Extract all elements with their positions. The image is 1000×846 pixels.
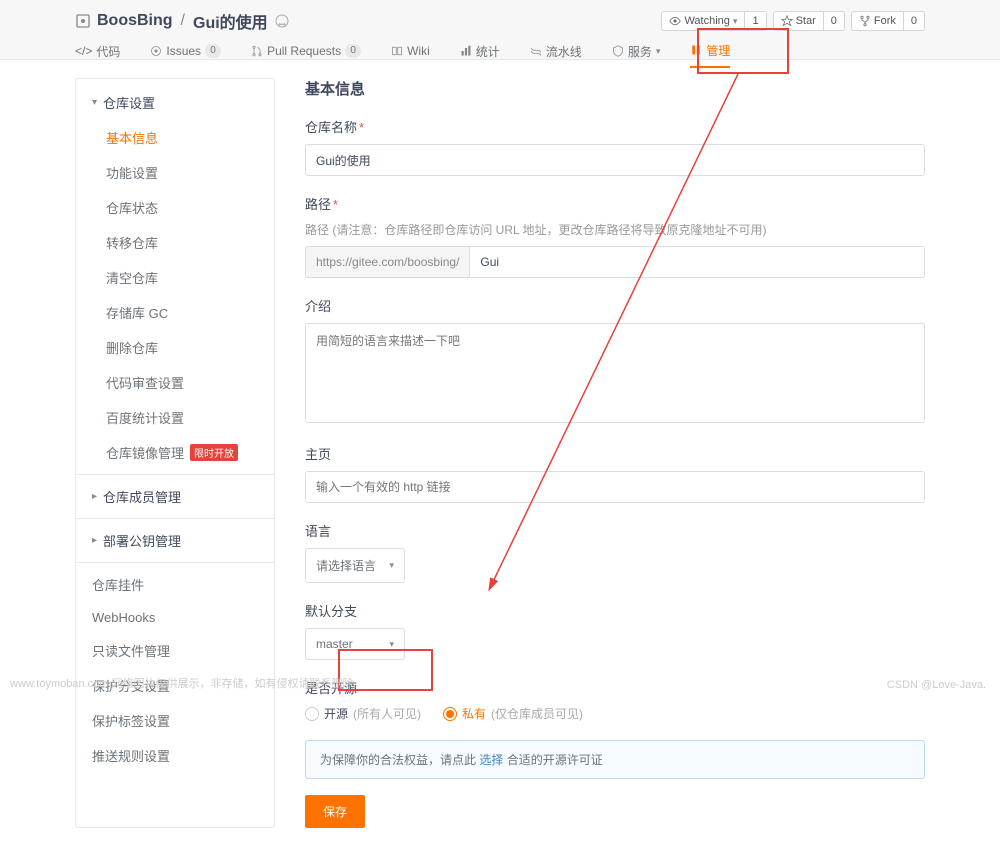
radio-icon xyxy=(443,707,457,721)
issues-icon xyxy=(150,45,162,57)
path-hint: 路径 (请注意：仓库路径即仓库访问 URL 地址，更改仓库路径将导致原克隆地址不… xyxy=(305,221,925,238)
sidebar-item-feature[interactable]: 功能设置 xyxy=(76,155,274,190)
home-label: 主页 xyxy=(305,444,925,463)
sidebar-item-mirror[interactable]: 仓库镜像管理限时开放 xyxy=(76,435,274,470)
tab-code[interactable]: </>代码 xyxy=(75,34,120,68)
code-icon: </> xyxy=(75,44,92,58)
radio-private[interactable]: 私有(仅仓库成员可见) xyxy=(443,705,583,722)
sidebar-item-status[interactable]: 仓库状态 xyxy=(76,190,274,225)
watching-button[interactable]: Watching ▾ 1 xyxy=(661,11,766,31)
sidebar-group-key[interactable]: ▸部署公钥管理 xyxy=(76,523,274,558)
owner-link[interactable]: BoosBing xyxy=(97,12,173,30)
tab-admin[interactable]: 管理 xyxy=(690,34,730,68)
lang-select[interactable]: 请选择语言▾ xyxy=(305,548,405,583)
wiki-icon xyxy=(391,45,403,57)
path-input[interactable] xyxy=(469,246,925,278)
repo-icon xyxy=(75,13,91,29)
lang-label: 语言 xyxy=(305,521,925,540)
tab-stats[interactable]: 统计 xyxy=(460,34,500,68)
radio-icon xyxy=(305,707,319,721)
path-label: 路径* xyxy=(305,194,925,213)
sidebar-item-readonly[interactable]: 只读文件管理 xyxy=(76,633,274,668)
sidebar-item-tag[interactable]: 保护标签设置 xyxy=(76,703,274,738)
repo-link[interactable]: Gui的使用 xyxy=(193,9,268,33)
watermark-right: CSDN @Love-Java. xyxy=(887,679,986,691)
sidebar-item-basic[interactable]: 基本信息 xyxy=(76,120,274,155)
star-button[interactable]: Star 0 xyxy=(773,11,845,31)
chevron-down-icon: ▾ xyxy=(389,639,394,650)
sidebar-item-hooks[interactable]: 仓库挂件 xyxy=(76,567,274,602)
sidebar-item-baidu[interactable]: 百度统计设置 xyxy=(76,400,274,435)
sidebar-item-gc[interactable]: 存储库 GC xyxy=(76,295,274,330)
fork-icon xyxy=(859,15,871,27)
services-icon xyxy=(612,45,624,57)
badge-icon xyxy=(274,13,290,29)
tab-pipeline[interactable]: 流水线 xyxy=(530,34,582,68)
sidebar-item-webhooks[interactable]: WebHooks xyxy=(76,602,274,633)
sidebar-item-review[interactable]: 代码审查设置 xyxy=(76,365,274,400)
star-icon xyxy=(781,15,793,27)
sidebar: ▾仓库设置 基本信息 功能设置 仓库状态 转移仓库 清空仓库 存储库 GC 删除… xyxy=(75,78,275,828)
tab-pulls[interactable]: Pull Requests0 xyxy=(251,34,361,68)
branch-select[interactable]: master▾ xyxy=(305,628,405,660)
watermark-left: www.toymoban.com 网络图片仅供展示，非存储，如有侵权请联系删除。 xyxy=(10,675,364,691)
home-input[interactable] xyxy=(305,471,925,503)
branch-label: 默认分支 xyxy=(305,601,925,620)
intro-textarea[interactable] xyxy=(305,323,925,423)
pull-icon xyxy=(251,45,263,57)
limited-tag: 限时开放 xyxy=(190,444,238,461)
chevron-down-icon: ▾ xyxy=(389,560,394,571)
tab-services[interactable]: 服务 ▾ xyxy=(612,34,661,68)
page-title: 基本信息 xyxy=(305,78,925,99)
sidebar-item-clear[interactable]: 清空仓库 xyxy=(76,260,274,295)
tab-issues[interactable]: Issues0 xyxy=(150,34,221,68)
sidebar-group-repo[interactable]: ▾仓库设置 xyxy=(76,85,274,120)
sidebar-group-member[interactable]: ▸仓库成员管理 xyxy=(76,479,274,514)
main-form: 基本信息 仓库名称* 路径* 路径 (请注意：仓库路径即仓库访问 URL 地址，… xyxy=(305,78,925,828)
open-label: 是否开源 xyxy=(305,678,925,697)
stats-icon xyxy=(460,45,472,57)
sidebar-item-transfer[interactable]: 转移仓库 xyxy=(76,225,274,260)
repo-title: BoosBing / Gui的使用 xyxy=(75,9,290,33)
sidebar-item-push[interactable]: 推送规则设置 xyxy=(76,738,274,773)
fork-button[interactable]: Fork 0 xyxy=(851,11,925,31)
name-input[interactable] xyxy=(305,144,925,176)
admin-icon xyxy=(690,44,702,56)
pipeline-icon xyxy=(530,45,542,57)
radio-public[interactable]: 开源(所有人可见) xyxy=(305,705,421,722)
sidebar-item-delete[interactable]: 删除仓库 xyxy=(76,330,274,365)
eye-icon xyxy=(669,15,681,27)
license-notice: 为保障你的合法权益，请点此 选择 合适的开源许可证 xyxy=(305,740,925,779)
name-label: 仓库名称* xyxy=(305,117,925,136)
intro-label: 介绍 xyxy=(305,296,925,315)
license-link[interactable]: 选择 xyxy=(479,753,503,767)
save-button[interactable]: 保存 xyxy=(305,795,365,828)
tab-wiki[interactable]: Wiki xyxy=(391,34,430,68)
path-prefix: https://gitee.com/boosbing/ xyxy=(305,246,469,278)
